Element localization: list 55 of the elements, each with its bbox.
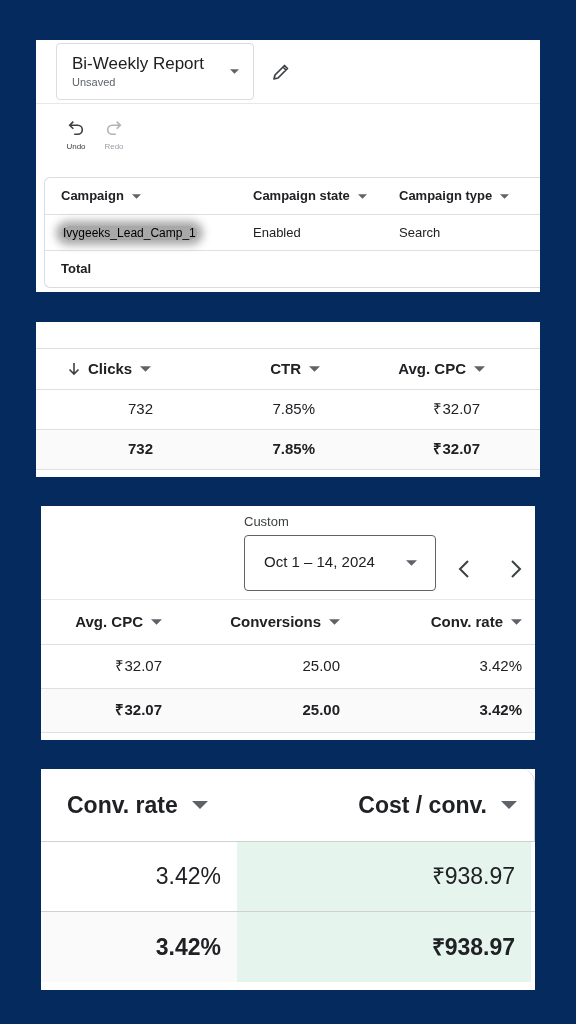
date-range-dropdown[interactable]: Oct 1 – 14, 2024 [244, 534, 436, 591]
table-cell: Search [399, 224, 441, 240]
caret-icon [140, 366, 152, 372]
column-header[interactable]: Avg. CPC [398, 357, 466, 381]
column-header[interactable]: Conversions [230, 610, 321, 634]
table-cell: ₹32.07 [433, 400, 480, 418]
table-cell-text: 3.42% [155, 932, 221, 962]
column-header[interactable]: Campaign type [399, 186, 493, 206]
column-header[interactable]: Avg. CPC [75, 610, 143, 634]
table-cell-text: ₹938.97 [431, 862, 515, 892]
caret-icon [406, 559, 417, 566]
column-header[interactable]: CTR [270, 357, 301, 381]
report-title: Bi-Weekly Report [72, 52, 204, 74]
report-selector[interactable]: Bi-Weekly Report Unsaved [56, 43, 254, 100]
date-range-label: Custom [244, 513, 290, 531]
table-cell: 7.85% [272, 440, 315, 458]
caret-icon [474, 366, 485, 372]
caret-icon [151, 619, 162, 625]
chevron-left-icon[interactable] [458, 558, 470, 579]
blurred-campaign-name: Ivygeeks_Lead_Camp_1 [61, 225, 198, 240]
table-cell: 3.42% [479, 701, 522, 719]
redo-arrow-icon [105, 118, 123, 136]
table-cell: ₹32.07 [115, 701, 162, 719]
undo-button[interactable]: Undo [64, 118, 88, 178]
table-cell: 732 [127, 400, 153, 418]
caret-icon [357, 193, 367, 199]
column-header[interactable]: Conv. rate [67, 787, 178, 823]
caret-icon [501, 801, 517, 809]
chevron-right-icon[interactable] [510, 558, 522, 579]
column-header[interactable]: Cost / conv. [358, 787, 487, 823]
report-status: Unsaved [72, 74, 117, 90]
caret-icon [500, 193, 510, 199]
caret-icon [131, 193, 141, 199]
caret-icon [191, 801, 208, 809]
sort-down-arrow-icon[interactable] [68, 362, 80, 376]
table-cell-text: ₹938.97 [431, 932, 515, 962]
caret-icon [511, 619, 522, 625]
table-cell: 25.00 [302, 657, 340, 675]
table-cell: 3.42% [479, 657, 522, 675]
caret-icon [329, 619, 340, 625]
caret-icon [309, 366, 320, 372]
table-cell: 732 [127, 440, 153, 458]
table-cell-text: 3.42% [155, 862, 221, 892]
undo-arrow-icon [67, 118, 85, 136]
table-cell: ₹32.07 [433, 440, 480, 458]
column-header[interactable]: Campaign [61, 186, 124, 206]
table-cell: Enabled [253, 224, 301, 240]
table-cell: 25.00 [302, 701, 340, 719]
caret-icon [230, 69, 239, 74]
table-cell: Total [61, 261, 92, 277]
column-header[interactable]: Conv. rate [430, 610, 503, 634]
column-header[interactable]: Clicks [88, 357, 133, 381]
table-cell: ₹32.07 [115, 657, 162, 675]
column-header[interactable]: Campaign state [253, 186, 350, 206]
table-cell: 7.85% [272, 400, 315, 418]
